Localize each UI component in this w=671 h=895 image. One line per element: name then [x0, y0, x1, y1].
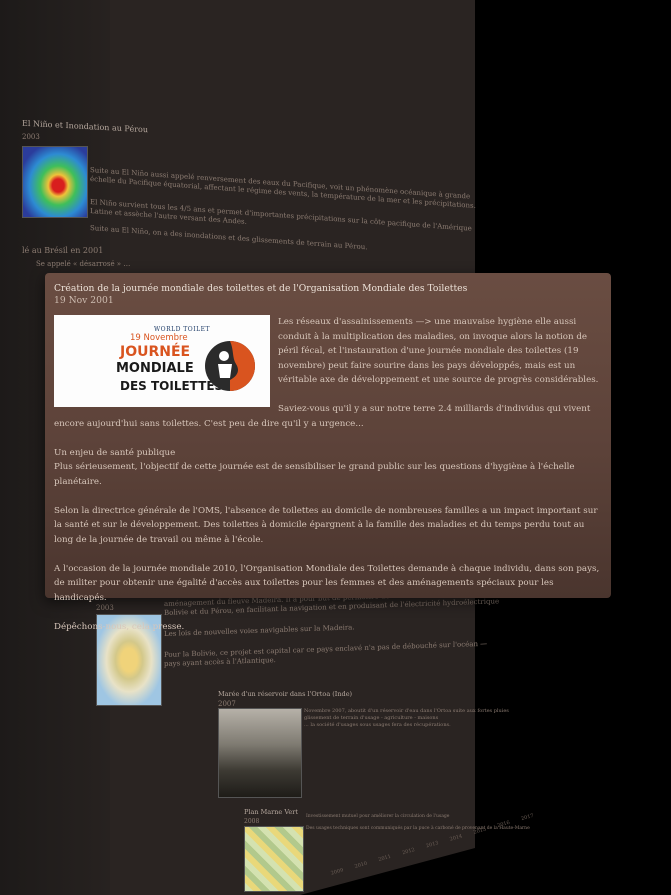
article-line: glissement de terrain d'usage - agricult… [304, 715, 439, 721]
article-title[interactable]: Marée d'un réservoir dans l'Ortoa (Inde) [218, 690, 352, 698]
event-paragraph: A l'occasion de la journée mondiale 2010… [54, 563, 600, 603]
event-date: 19 Nov 2001 [54, 295, 114, 306]
event-detail-popup[interactable]: Création de la journée mondiale des toil… [45, 273, 611, 632]
logo-line-2: MONDIALE [116, 361, 194, 376]
reservoir-photo[interactable] [218, 708, 302, 798]
event-paragraph: Plus sérieusement, l'objectif de cette j… [54, 462, 575, 487]
article-sidenote: Se appelé « désarrosé » … [36, 260, 131, 268]
article-line: Investissement mutuel pour améliorer la … [306, 814, 450, 819]
elnino-thumbnail[interactable] [22, 146, 88, 218]
article-date: 2003 [22, 133, 40, 141]
article-date: 2008 [244, 818, 260, 825]
toilet-emblem-icon [205, 341, 255, 391]
timeline-year[interactable]: 2015 [473, 826, 488, 838]
event-title: Création de la journée mondiale des toil… [54, 283, 468, 294]
article-line: ... la société d'usages sous usages fera… [304, 722, 451, 728]
article-sidenote: lé au Brésil en 2001 [22, 246, 104, 255]
article-line: Novembre 2007, aboutit d'un réservoir d'… [304, 708, 509, 714]
logo-line-1: JOURNÉE [120, 344, 191, 360]
event-paragraph: Selon la directrice générale de l'OMS, l… [54, 505, 598, 545]
toilet-day-logo: WORLD TOILET 19 Novembre JOURNÉE MONDIAL… [54, 315, 270, 407]
article-body: Novembre 2007, aboutit d'un réservoir d'… [304, 708, 509, 729]
timeline-year[interactable]: 2017 [520, 812, 535, 824]
event-paragraph: Dépêchons-nous, cela presse. [54, 621, 185, 632]
event-subheading: Un enjeu de santé publique [54, 447, 176, 458]
article-title[interactable]: Plan Marne Vert [244, 808, 298, 816]
plan-thumbnail[interactable] [244, 826, 304, 892]
article-date: 2003 [96, 604, 114, 612]
